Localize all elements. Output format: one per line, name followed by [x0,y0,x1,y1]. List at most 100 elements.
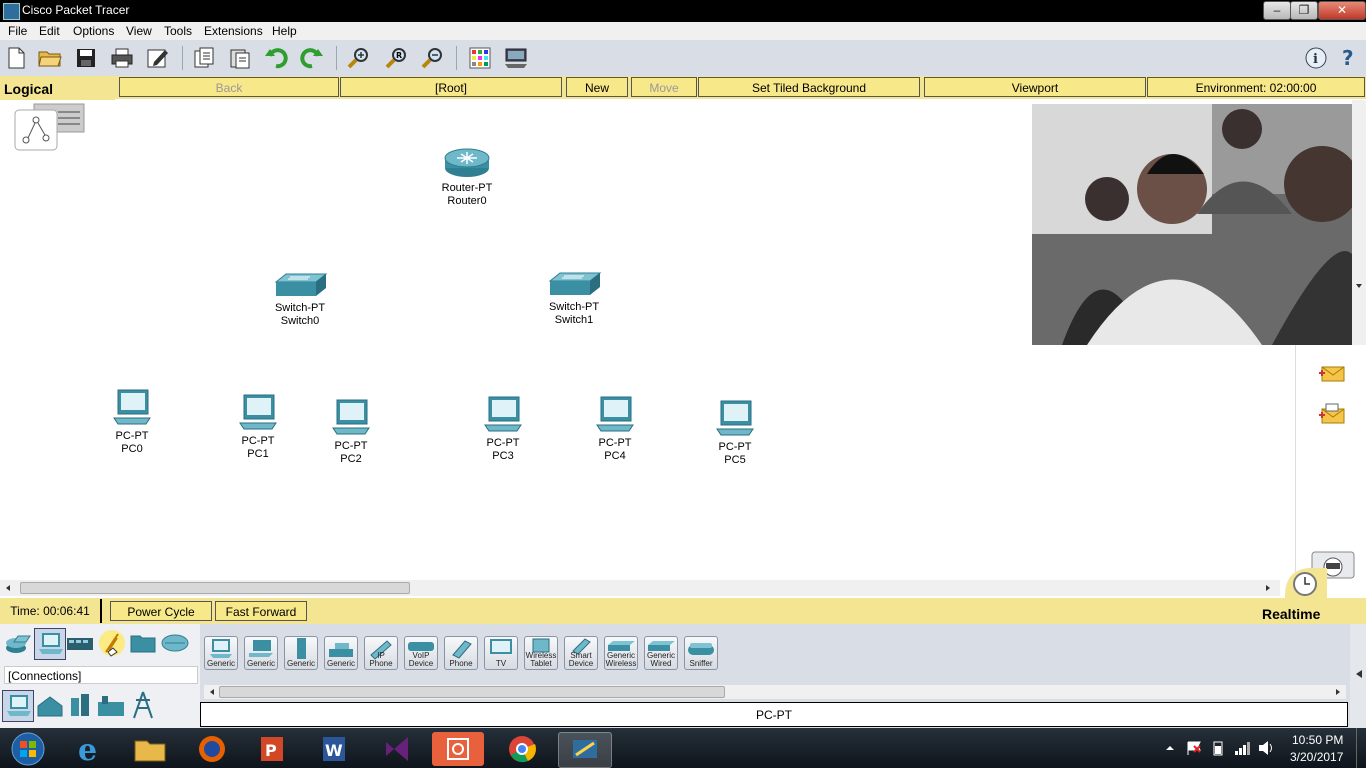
generic-printer-button[interactable]: Generic [324,636,358,670]
menu-view[interactable]: View [126,24,152,38]
new-cluster-button[interactable]: New Cluster [566,77,628,115]
multiuser-connection-category-icon[interactable] [160,632,190,657]
help-icon[interactable]: ? [1338,46,1362,70]
print-icon[interactable] [110,46,134,70]
selected-device-model-label: PC-PT [200,702,1348,727]
end-devices-subcategory-icon[interactable] [2,690,34,722]
zoom-reset-icon[interactable]: R [384,46,408,70]
tv-button[interactable]: TV [484,636,518,670]
packet-tracer-taskbar-icon[interactable] [558,732,612,768]
pc2-device[interactable]: PC-PT PC2 [319,398,383,466]
action-center-flag-icon[interactable] [1186,740,1204,759]
show-desktop-button[interactable] [1356,728,1366,768]
pc-icon [113,389,151,425]
fast-forward-time-button[interactable]: Fast Forward Time [215,601,307,639]
copy-icon[interactable] [192,46,216,70]
smart-device-button[interactable]: Smart Device [564,636,598,670]
generic-pc-button[interactable]: Generic [204,636,238,670]
generic-wired-button[interactable]: Generic Wired [644,636,678,670]
zoom-in-icon[interactable] [346,46,370,70]
power-grid-subcategory-icon[interactable] [130,690,156,723]
environment-button[interactable]: Environment: 02:00:00 [1147,77,1365,97]
pc0-device[interactable]: PC-PT PC0 [100,388,164,456]
palette-icon[interactable] [468,46,492,70]
phone-button[interactable]: Phone [444,636,478,670]
router0-device[interactable]: Router-PT Router0 [426,146,508,208]
logical-view-icon[interactable] [14,102,85,151]
wireless-tablet-button[interactable]: Wireless Tablet [524,636,558,670]
camera-app-icon[interactable] [432,732,484,766]
simulation-time-label: Time: 00:06:41 [10,604,90,618]
network-devices-category-icon[interactable] [4,630,32,659]
canvas-hscroll-thumb[interactable] [20,582,410,594]
generic-wireless-button[interactable]: Generic Wireless [604,636,638,670]
panel-collapse-arrow-icon[interactable] [1350,624,1366,728]
pc1-device[interactable]: PC-PT PC1 [226,393,290,461]
move-object-button[interactable]: Move Object [631,77,697,115]
open-folder-icon[interactable] [38,46,62,70]
zoom-out-icon[interactable] [420,46,444,70]
voip-device-button[interactable]: VoIP Device [404,636,438,670]
home-subcategory-icon[interactable] [36,694,64,721]
power-cycle-devices-button[interactable]: Power Cycle Devices [110,601,212,639]
menu-options[interactable]: Options [73,24,114,38]
custom-device-dialog-icon[interactable] [504,46,528,70]
taskbar-clock-time[interactable]: 10:50 PM [1292,733,1343,747]
pc5-device[interactable]: PC-PT PC5 [703,399,767,467]
industrial-subcategory-icon[interactable] [96,694,126,721]
firefox-icon[interactable] [186,732,238,766]
menu-help[interactable]: Help [272,24,297,38]
internet-explorer-icon[interactable]: e [64,732,116,766]
new-file-icon[interactable] [4,46,28,70]
realtime-mode-icon[interactable] [1283,566,1327,603]
chrome-icon[interactable] [496,732,548,766]
viewport-button[interactable]: Viewport [924,77,1146,97]
battery-icon[interactable] [1212,740,1224,759]
paste-icon[interactable] [228,46,252,70]
device-category-panel: [Connections] [0,624,200,728]
sniffer-button[interactable]: Sniffer [684,636,718,670]
save-icon[interactable] [74,46,98,70]
powerpoint-icon[interactable]: P [248,732,300,766]
ip-phone-button[interactable]: IP Phone [364,636,398,670]
menu-tools[interactable]: Tools [164,24,192,38]
components-category-icon[interactable] [66,632,94,657]
generic-server-button[interactable]: Generic [284,636,318,670]
switch1-device[interactable]: Switch-PT Switch1 [533,271,615,327]
switch0-device[interactable]: Switch-PT Switch0 [259,272,341,328]
info-icon[interactable]: i [1304,46,1328,70]
miscellaneous-category-icon[interactable] [130,632,156,657]
volume-icon[interactable] [1258,740,1276,759]
taskbar-clock-date[interactable]: 3/20/2017 [1290,750,1343,764]
menu-extensions[interactable]: Extensions [204,24,263,38]
network-signal-icon[interactable] [1234,740,1252,759]
menu-file[interactable]: File [8,24,27,38]
end-devices-category-icon[interactable] [34,628,66,660]
file-explorer-icon[interactable] [124,732,176,766]
pc-icon [596,396,634,432]
set-tiled-background-button[interactable]: Set Tiled Background [698,77,920,97]
connections-category-icon[interactable] [98,628,126,661]
back-button[interactable]: Back [119,77,339,97]
minimize-button[interactable]: – [1263,1,1291,20]
redo-icon[interactable] [300,46,324,70]
add-complex-pdu-icon[interactable] [1318,403,1346,430]
maximize-button[interactable]: ❐ [1290,1,1318,20]
switch0-name-label: Switch0 [280,315,320,327]
menu-edit[interactable]: Edit [39,24,60,38]
add-simple-pdu-icon[interactable] [1318,363,1346,388]
pc-icon [239,394,277,430]
root-button[interactable]: [Root] [340,77,562,97]
device-list-scroll-thumb[interactable] [219,686,725,698]
start-button-icon[interactable] [2,732,54,766]
show-hidden-icons-arrow[interactable] [1165,742,1175,756]
visual-studio-icon[interactable] [372,732,424,766]
pc3-device[interactable]: PC-PT PC3 [471,395,535,463]
pc4-device[interactable]: PC-PT PC4 [583,395,647,463]
generic-laptop-button[interactable]: Generic [244,636,278,670]
smart-city-subcategory-icon[interactable] [68,692,92,721]
word-icon[interactable]: W [310,732,362,766]
close-button[interactable]: ✕ [1318,1,1366,20]
activity-wizard-icon[interactable] [146,46,170,70]
undo-icon[interactable] [264,46,288,70]
